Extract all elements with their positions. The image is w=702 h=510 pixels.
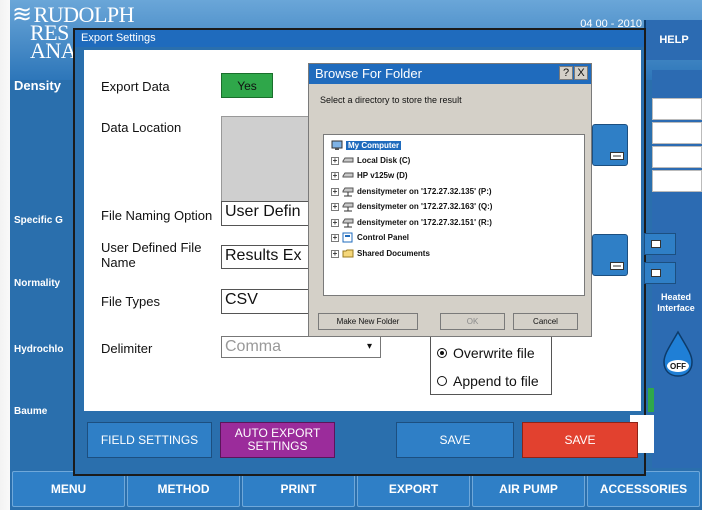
right-value-field-1 — [652, 98, 702, 120]
network-drive-icon — [342, 187, 354, 197]
append-label: Append to file — [453, 373, 539, 389]
heated-interface-label: Heated Interface — [657, 292, 695, 313]
nav-accessories-button[interactable]: ACCESSORIES — [587, 471, 700, 507]
tree-item-shared-documents[interactable]: + Shared Documents — [331, 246, 430, 261]
auto-export-settings-button[interactable]: AUTO EXPORT SETTINGS — [220, 422, 335, 458]
logo-line-3: ANA — [30, 38, 77, 63]
plus-icon[interactable]: + — [331, 171, 339, 180]
browse-title-controls: ? X — [559, 66, 588, 82]
tree-item-control-panel[interactable]: + Control Panel — [331, 230, 409, 245]
file-naming-select[interactable]: User Defin — [221, 201, 309, 226]
browse-file-button[interactable] — [592, 234, 628, 276]
right-value-field-3 — [652, 146, 702, 168]
file-types-label: File Types — [101, 294, 161, 309]
right-side-button-1[interactable] — [644, 233, 676, 255]
drive-icon — [610, 262, 624, 270]
tree-item-label: densitymeter on '172.27.32.163' (Q:) — [357, 202, 493, 211]
save-button[interactable]: SAVE — [396, 422, 514, 458]
tree-item-label: Control Panel — [357, 233, 410, 242]
nav-method-button[interactable]: METHOD — [127, 471, 240, 507]
side-label-density: Density — [14, 78, 61, 93]
radio-unselected-icon — [437, 376, 447, 386]
file-types-select[interactable]: CSV — [221, 289, 309, 314]
control-panel-icon — [342, 232, 353, 243]
right-value-field-2 — [652, 122, 702, 144]
plus-icon[interactable]: + — [331, 249, 339, 258]
tree-item-label: Local Disk (C) — [357, 156, 411, 165]
tree-item-label: densitymeter on '172.27.32.135' (P:) — [357, 187, 492, 196]
file-naming-label: File Naming Option — [101, 208, 213, 223]
tree-item-network-p[interactable]: + densitymeter on '172.27.32.135' (P:) — [331, 184, 492, 199]
nav-print-button[interactable]: PRINT — [242, 471, 355, 507]
cancel-button[interactable]: Cancel — [513, 313, 578, 330]
folder-icon — [342, 249, 354, 258]
plus-icon[interactable]: + — [331, 187, 339, 196]
append-radio[interactable]: Append to file — [437, 373, 539, 389]
export-data-label: Export Data — [101, 79, 170, 94]
user-defined-file-name-label: User Defined File Name — [101, 240, 202, 270]
overwrite-radio[interactable]: Overwrite file — [437, 345, 535, 361]
nav-menu-button[interactable]: MENU — [12, 471, 125, 507]
chevron-down-icon[interactable]: ▾ — [367, 341, 372, 352]
help-button[interactable]: HELP — [644, 20, 702, 60]
right-value-field-4 — [652, 170, 702, 192]
radio-selected-icon — [437, 348, 447, 358]
side-label-normality: Normality — [14, 278, 61, 289]
tree-item-local-disk[interactable]: + Local Disk (C) — [331, 153, 410, 168]
browse-instruction: Select a directory to store the result — [320, 95, 462, 105]
field-settings-button[interactable]: FIELD SETTINGS — [87, 422, 212, 458]
tree-item-network-q[interactable]: + densitymeter on '172.27.32.163' (Q:) — [331, 199, 492, 214]
save-red-button[interactable]: SAVE — [522, 422, 638, 458]
user-defined-file-name-input[interactable]: Results Ex — [221, 245, 309, 269]
tree-item-my-computer[interactable]: My Computer — [331, 138, 402, 153]
help-icon[interactable]: ? — [559, 66, 573, 80]
export-data-yes-button[interactable]: Yes — [221, 73, 273, 98]
tree-item-label: densitymeter on '172.27.32.151' (R:) — [357, 218, 492, 227]
network-drive-icon — [342, 218, 354, 228]
tree-item-label: Shared Documents — [357, 249, 430, 258]
browse-location-button[interactable] — [592, 124, 628, 166]
computer-icon — [331, 140, 343, 150]
drive-icon — [342, 157, 354, 163]
ok-button[interactable]: OK — [440, 313, 505, 330]
plus-icon[interactable]: + — [331, 233, 339, 242]
plus-icon[interactable]: + — [331, 218, 339, 227]
plus-icon[interactable]: + — [331, 156, 339, 165]
right-side-button-2[interactable] — [644, 262, 676, 284]
data-location-label: Data Location — [101, 120, 182, 135]
overwrite-label: Overwrite file — [453, 345, 535, 361]
export-settings-title: Export Settings — [75, 30, 644, 47]
data-location-field[interactable] — [221, 116, 316, 206]
make-new-folder-button[interactable]: Make New Folder — [318, 313, 418, 330]
side-label-baume: Baume — [14, 406, 48, 417]
status-strip — [648, 388, 654, 412]
heater-state: OFF — [670, 362, 686, 371]
tree-item-network-r[interactable]: + densitymeter on '172.27.32.151' (R:) — [331, 215, 492, 230]
nav-air-pump-button[interactable]: AIR PUMP — [472, 471, 585, 507]
tree-item-label: My Computer — [346, 141, 402, 150]
drive-icon — [610, 152, 624, 160]
close-icon[interactable]: X — [574, 66, 588, 80]
plus-icon[interactable]: + — [331, 202, 339, 211]
browse-dialog-title: Browse For Folder — [309, 64, 591, 84]
delimiter-label: Delimiter — [101, 341, 153, 356]
network-drive-icon — [342, 202, 354, 212]
drive-icon — [651, 240, 661, 248]
delimiter-select[interactable]: Comma — [221, 336, 381, 358]
logo-mark-icon: ≋ — [12, 2, 32, 28]
side-label-specific-gravity: Specific G — [14, 215, 63, 226]
tree-item-label: HP v125w (D) — [357, 171, 408, 180]
tree-item-hp-drive[interactable]: + HP v125w (D) — [331, 168, 408, 183]
drive-icon — [342, 172, 354, 178]
nav-export-button[interactable]: EXPORT — [357, 471, 470, 507]
side-label-hydrochloric: Hydrochlo — [14, 344, 64, 355]
drive-icon — [651, 269, 661, 277]
heater-drop-icon[interactable]: OFF — [660, 330, 696, 378]
